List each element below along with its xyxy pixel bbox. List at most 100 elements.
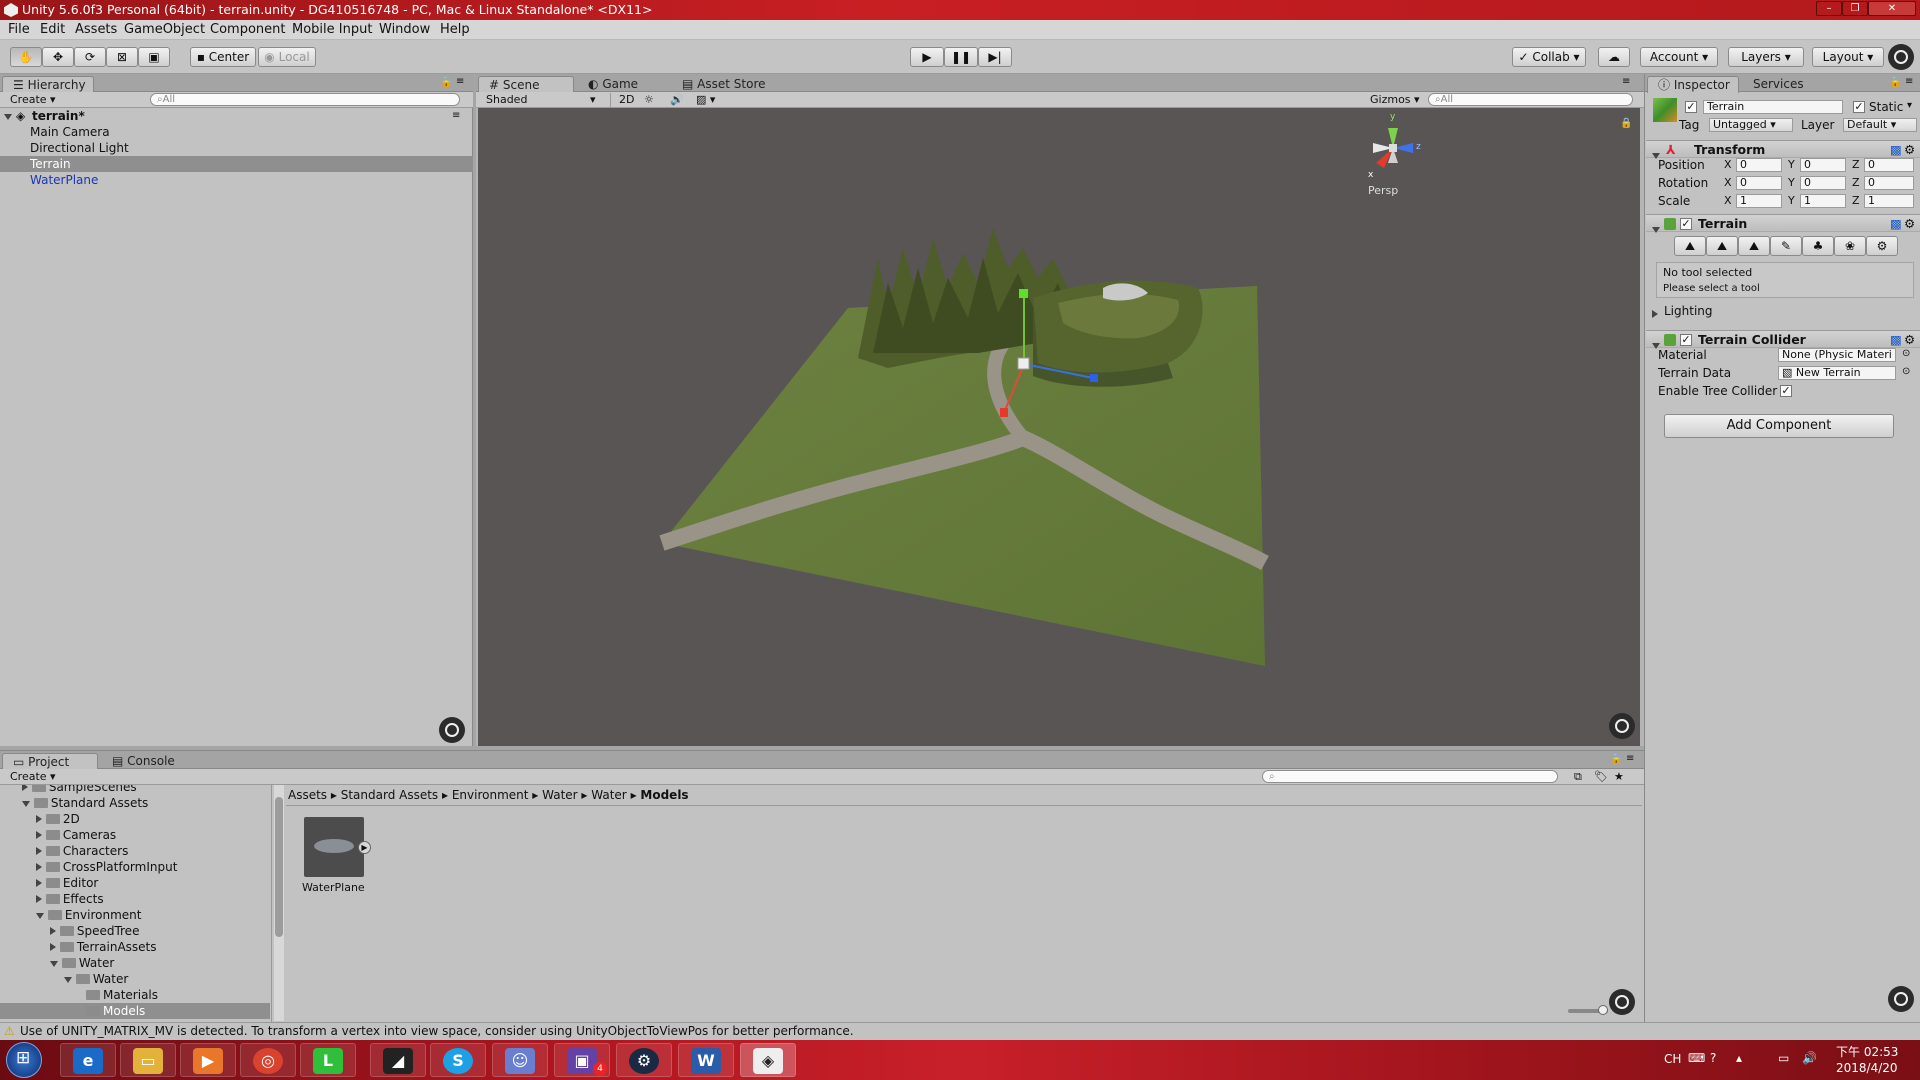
layer-dropdown[interactable]: Default ▾ bbox=[1843, 118, 1917, 132]
terrain-collider-header[interactable]: ✓ Terrain Collider ▩ ⚙ bbox=[1646, 330, 1920, 349]
scene-root-row[interactable]: ◈ terrain* ≡ bbox=[0, 108, 470, 124]
settings-gear-icon[interactable]: ⚙ bbox=[1904, 141, 1915, 158]
breadcrumb-environment[interactable]: Environment bbox=[452, 788, 529, 802]
object-picker-icon[interactable]: ⊙ bbox=[1902, 348, 1910, 359]
pause-button[interactable]: ❚❚ bbox=[944, 47, 978, 67]
layout-dropdown[interactable]: Layout ▾ bbox=[1812, 47, 1884, 67]
expand-icon[interactable] bbox=[1652, 307, 1658, 321]
hand-tool-button[interactable]: ✋ bbox=[10, 47, 42, 67]
account-dropdown[interactable]: Account ▾ bbox=[1640, 47, 1718, 67]
tree-item-materials[interactable]: Materials bbox=[86, 987, 158, 1003]
shading-dropdown[interactable]: Shaded bbox=[486, 93, 527, 107]
menu-window[interactable]: Window bbox=[379, 22, 430, 37]
lighting-toggle-icon[interactable]: ☼ bbox=[644, 93, 654, 107]
move-tool-button[interactable]: ✥ bbox=[42, 47, 74, 67]
terrain-enabled-checkbox[interactable]: ✓ bbox=[1680, 218, 1692, 230]
tree-item-water[interactable]: Water bbox=[50, 955, 114, 971]
pivot-center-button[interactable]: ▪ Center bbox=[190, 47, 256, 67]
object-active-checkbox[interactable]: ✓ bbox=[1685, 101, 1697, 113]
start-button[interactable]: ⊞ bbox=[6, 1042, 42, 1078]
terrain-settings-tool-button[interactable]: ⚙ bbox=[1866, 236, 1898, 256]
asset-item-waterplane[interactable]: ▶ WaterPlane bbox=[302, 817, 371, 897]
effects-toggle-icon[interactable]: ▨ ▾ bbox=[696, 93, 715, 107]
help-icon[interactable]: ▩ bbox=[1890, 141, 1902, 158]
pivot-local-button[interactable]: ◉ Local bbox=[258, 47, 316, 67]
taskbar-internet-explorer[interactable]: e bbox=[60, 1043, 116, 1077]
tree-item-models[interactable]: Models bbox=[0, 1003, 270, 1019]
place-trees-tool-button[interactable]: ♣ bbox=[1802, 236, 1834, 256]
scene-orientation-gizmo[interactable]: y z x Persp bbox=[1358, 112, 1428, 198]
lighting-foldout[interactable]: Lighting bbox=[1650, 304, 1910, 320]
settings-gear-icon[interactable]: ⚙ bbox=[1904, 215, 1915, 232]
tab-asset-store[interactable]: ▤ Asset Store bbox=[672, 76, 792, 93]
close-button[interactable]: ✕ bbox=[1868, 1, 1916, 16]
breadcrumb-models[interactable]: Models bbox=[640, 788, 688, 802]
terrain-data-field[interactable]: ▧ New Terrain bbox=[1778, 366, 1896, 380]
tree-item-cameras[interactable]: Cameras bbox=[36, 827, 116, 843]
lock-icon[interactable]: 🔒 bbox=[1610, 754, 1622, 765]
scale-z-field[interactable]: 1 bbox=[1864, 194, 1914, 208]
tree-item-terrainassets[interactable]: TerrainAssets bbox=[50, 939, 157, 955]
taskbar-file-explorer[interactable]: ▭ bbox=[120, 1043, 176, 1077]
play-button[interactable]: ▶ bbox=[910, 47, 944, 67]
ime-indicator[interactable]: CH bbox=[1664, 1052, 1681, 1066]
shading-arrow-icon[interactable]: ▾ bbox=[590, 93, 596, 107]
paint-details-tool-button[interactable]: ❀ bbox=[1834, 236, 1866, 256]
menu-mobile-input[interactable]: Mobile Input bbox=[292, 22, 372, 37]
material-field[interactable]: None (Physic Materi bbox=[1778, 348, 1896, 362]
lock-icon[interactable]: 🔒 bbox=[440, 77, 452, 88]
favorite-star-icon[interactable]: ★ bbox=[1614, 770, 1624, 784]
tab-scene[interactable]: # Scene bbox=[478, 76, 574, 93]
tab-console[interactable]: ▤ Console bbox=[102, 753, 192, 770]
panel-menu-icon[interactable]: ≡ bbox=[456, 76, 464, 87]
tab-game[interactable]: ◐ Game bbox=[578, 76, 668, 93]
hierarchy-item-main-camera[interactable]: Main Camera bbox=[0, 124, 470, 140]
breadcrumb-water-sub[interactable]: Water bbox=[591, 788, 626, 802]
menu-file[interactable]: File bbox=[8, 22, 30, 37]
tree-item-2d[interactable]: 2D bbox=[36, 811, 80, 827]
object-name-field[interactable]: Terrain bbox=[1703, 100, 1843, 114]
tab-hierarchy[interactable]: ☰ Hierarchy bbox=[2, 76, 94, 93]
clock-time[interactable]: 下午 02:53 bbox=[1836, 1043, 1898, 1060]
scale-y-field[interactable]: 1 bbox=[1800, 194, 1846, 208]
scale-x-field[interactable]: 1 bbox=[1736, 194, 1782, 208]
add-component-button[interactable]: Add Component bbox=[1664, 414, 1894, 438]
hierarchy-item-directional-light[interactable]: Directional Light bbox=[0, 140, 470, 156]
tree-item-editor[interactable]: Editor bbox=[36, 875, 98, 891]
rotation-x-field[interactable]: 0 bbox=[1736, 176, 1782, 190]
taskbar-line[interactable]: L bbox=[300, 1043, 356, 1077]
collapse-icon[interactable] bbox=[1652, 220, 1660, 237]
filter-type-icon[interactable]: ⧉ bbox=[1574, 770, 1582, 784]
project-search-input[interactable]: ⌕ bbox=[1262, 770, 1558, 783]
rect-tool-button[interactable]: ▣ bbox=[138, 47, 170, 67]
gizmos-dropdown[interactable]: Gizmos ▾ bbox=[1370, 93, 1420, 107]
collider-enabled-checkbox[interactable]: ✓ bbox=[1680, 334, 1692, 346]
mode-2d-toggle[interactable]: 2D bbox=[610, 93, 634, 107]
settings-gear-icon[interactable]: ⚙ bbox=[1904, 331, 1915, 348]
step-button[interactable]: ▶| bbox=[978, 47, 1012, 67]
static-checkbox[interactable]: ✓ bbox=[1853, 101, 1865, 113]
minimize-button[interactable]: – bbox=[1816, 1, 1842, 16]
rotation-z-field[interactable]: 0 bbox=[1864, 176, 1914, 190]
object-picker-icon[interactable]: ⊙ bbox=[1902, 366, 1910, 377]
scene-lock-icon[interactable]: 🔒 bbox=[1620, 118, 1632, 129]
tree-item-water-sub[interactable]: Water bbox=[64, 971, 128, 987]
taskbar-discord[interactable]: ☺ bbox=[492, 1043, 548, 1077]
tree-scrollbar-thumb[interactable] bbox=[275, 797, 283, 937]
static-dropdown-icon[interactable]: ▾ bbox=[1907, 100, 1912, 111]
breadcrumb-assets[interactable]: Assets bbox=[288, 788, 327, 802]
hierarchy-item-waterplane[interactable]: WaterPlane bbox=[0, 172, 470, 188]
position-z-field[interactable]: 0 bbox=[1864, 158, 1914, 172]
layers-dropdown[interactable]: Layers ▾ bbox=[1728, 47, 1804, 67]
terrain-component-header[interactable]: ✓ Terrain ▩ ⚙ bbox=[1646, 214, 1920, 233]
help-icon[interactable]: ? bbox=[1710, 1051, 1716, 1065]
tree-item-samplescenes[interactable]: SampleScenes bbox=[22, 785, 137, 795]
scale-tool-button[interactable]: ⊠ bbox=[106, 47, 138, 67]
tray-arrow-icon[interactable]: ▴ bbox=[1736, 1051, 1742, 1065]
lock-icon[interactable]: 🔒 bbox=[1889, 77, 1901, 88]
cloud-button[interactable]: ☁ bbox=[1598, 47, 1630, 67]
menu-assets[interactable]: Assets bbox=[75, 22, 117, 37]
audio-toggle-icon[interactable]: 🔊 bbox=[670, 93, 684, 107]
scene-viewport[interactable]: y z x Persp 🔒 bbox=[478, 108, 1640, 746]
position-x-field[interactable]: 0 bbox=[1736, 158, 1782, 172]
